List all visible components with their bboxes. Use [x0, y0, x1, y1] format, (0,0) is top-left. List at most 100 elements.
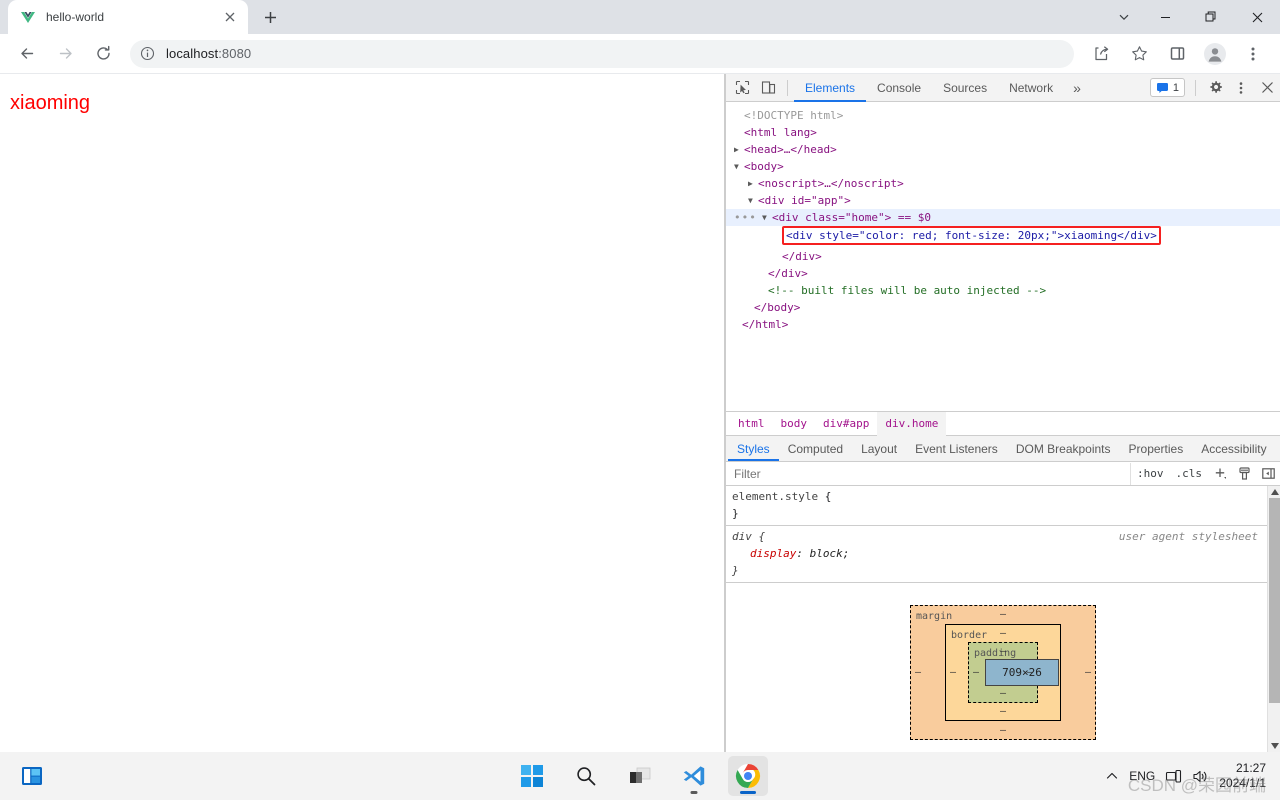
styles-scrollbar[interactable]	[1267, 486, 1280, 752]
border-left-value[interactable]: –	[950, 667, 956, 678]
margin-right-value[interactable]: –	[1085, 667, 1091, 678]
widgets-icon[interactable]	[12, 756, 52, 796]
box-model-padding[interactable]: padding – – – – 709×26	[968, 642, 1059, 703]
box-model-border[interactable]: border – – – – padding – – –	[945, 624, 1061, 721]
new-tab-button[interactable]	[256, 3, 284, 31]
more-tabs-icon[interactable]: »	[1064, 74, 1090, 102]
dom-line[interactable]: ▶ <noscript>…</noscript>	[726, 175, 1280, 192]
scroll-up-arrow-icon[interactable]	[1268, 486, 1280, 498]
close-icon[interactable]	[220, 7, 240, 27]
tab-sources[interactable]: Sources	[932, 74, 998, 102]
declaration-property[interactable]: display	[750, 547, 796, 560]
padding-top-value[interactable]: –	[1000, 647, 1006, 657]
start-button[interactable]	[512, 756, 552, 796]
devtools-close-icon[interactable]	[1254, 76, 1280, 100]
padding-right-value[interactable]: –	[1027, 667, 1033, 678]
dom-tree[interactable]: <!DOCTYPE html> <html lang> ▶ <head>…</he…	[726, 102, 1280, 412]
box-model-content-size[interactable]: 709×26	[985, 659, 1059, 686]
dom-line[interactable]: ▼ <div id="app">	[726, 192, 1280, 209]
minimize-button[interactable]	[1142, 0, 1188, 34]
tab-event-listeners[interactable]: Event Listeners	[906, 436, 1007, 461]
inspect-element-icon[interactable]	[729, 76, 755, 100]
scrollbar-thumb[interactable]	[1269, 498, 1280, 703]
rule-selector[interactable]: element.style	[732, 490, 818, 503]
breadcrumb-item-div-home[interactable]: div.home	[877, 411, 947, 436]
padding-bottom-value[interactable]: –	[1000, 689, 1006, 699]
reload-icon[interactable]	[89, 40, 117, 68]
dom-line[interactable]: </body>	[726, 299, 1280, 316]
devtools-more-icon[interactable]	[1228, 76, 1254, 100]
breadcrumb-item-html[interactable]: html	[730, 412, 773, 436]
dom-line[interactable]: </div>	[726, 248, 1280, 265]
computed-sidebar-icon[interactable]	[1256, 466, 1280, 481]
dom-line-highlighted[interactable]: <div style="color: red; font-size: 20px;…	[726, 226, 1280, 245]
margin-top-value[interactable]: –	[1000, 610, 1006, 620]
border-bottom-value[interactable]: –	[1000, 707, 1006, 717]
dom-line[interactable]: <!DOCTYPE html>	[726, 107, 1280, 124]
volume-icon[interactable]	[1192, 768, 1209, 785]
chrome-icon[interactable]	[728, 756, 768, 796]
new-style-rule-icon[interactable]	[1208, 466, 1232, 481]
expand-triangle-icon[interactable]: ▼	[748, 192, 758, 209]
search-icon[interactable]	[566, 756, 606, 796]
device-toolbar-icon[interactable]	[755, 76, 781, 100]
site-info-icon[interactable]	[140, 46, 156, 62]
network-icon[interactable]	[1165, 768, 1182, 785]
print-media-icon[interactable]	[1232, 466, 1256, 481]
rule-selector[interactable]: div	[732, 530, 752, 543]
tab-console[interactable]: Console	[866, 74, 932, 102]
expand-triangle-icon[interactable]: ▶	[748, 175, 758, 192]
side-panel-icon[interactable]	[1163, 40, 1191, 68]
close-button[interactable]	[1234, 0, 1280, 34]
profile-avatar-icon[interactable]	[1201, 40, 1229, 68]
tab-elements[interactable]: Elements	[794, 74, 866, 102]
tab-computed[interactable]: Computed	[779, 436, 852, 461]
expand-triangle-icon[interactable]: ▼	[734, 158, 744, 175]
styles-rules-pane[interactable]: element.style { } user agent stylesheet …	[726, 486, 1280, 752]
cls-toggle[interactable]: .cls	[1170, 467, 1209, 480]
bookmark-star-icon[interactable]	[1125, 40, 1153, 68]
node-menu-icon[interactable]: •••	[734, 209, 757, 226]
padding-left-value[interactable]: –	[973, 667, 979, 678]
language-indicator[interactable]: ENG	[1129, 769, 1155, 783]
expand-triangle-icon[interactable]: ▼	[762, 209, 772, 226]
breadcrumb-item-div-app[interactable]: div#app	[815, 412, 877, 436]
declaration-value[interactable]: block	[810, 547, 843, 560]
scroll-down-arrow-icon[interactable]	[1268, 740, 1280, 752]
dom-line[interactable]: </html>	[726, 316, 1280, 333]
tab-properties[interactable]: Properties	[1120, 436, 1193, 461]
task-view-icon[interactable]	[620, 756, 660, 796]
back-icon[interactable]	[13, 40, 41, 68]
address-bar[interactable]: localhost:8080	[130, 39, 1074, 68]
dom-line[interactable]: <html lang>	[726, 124, 1280, 141]
browser-tab[interactable]: hello-world	[8, 0, 248, 34]
tab-styles[interactable]: Styles	[728, 436, 779, 461]
style-declaration[interactable]: display: block;	[732, 545, 1272, 562]
restore-button[interactable]	[1188, 0, 1234, 34]
show-hidden-icons-chevron[interactable]	[1105, 769, 1119, 783]
tab-network[interactable]: Network	[998, 74, 1064, 102]
dom-line[interactable]: </div>	[726, 265, 1280, 282]
margin-bottom-value[interactable]: –	[1000, 726, 1006, 736]
chrome-menu-icon[interactable]	[1239, 40, 1267, 68]
gear-icon[interactable]	[1202, 76, 1228, 100]
tab-accessibility[interactable]: Accessibility	[1192, 436, 1275, 461]
border-top-value[interactable]: –	[1000, 629, 1006, 639]
tab-search-chevron-icon[interactable]	[1110, 3, 1138, 31]
dom-line[interactable]: ▼ <body>	[726, 158, 1280, 175]
dom-line-selected[interactable]: ••• ▼ <div class="home"> == $0	[726, 209, 1280, 226]
style-rule-div[interactable]: user agent stylesheet div { display: blo…	[726, 526, 1280, 583]
hov-toggle[interactable]: :hov	[1131, 467, 1170, 480]
filter-input[interactable]: Filter	[726, 462, 1131, 485]
clock[interactable]: 21:27 2024/1/1	[1219, 761, 1272, 791]
share-icon[interactable]	[1087, 40, 1115, 68]
dom-line[interactable]: ▶ <head>…</head>	[726, 141, 1280, 158]
dom-line[interactable]: <!-- built files will be auto injected -…	[726, 282, 1280, 299]
style-rule-element-style[interactable]: element.style { }	[726, 486, 1280, 526]
expand-triangle-icon[interactable]: ▶	[734, 141, 744, 158]
issues-badge[interactable]: 1	[1149, 78, 1185, 97]
tab-dom-breakpoints[interactable]: DOM Breakpoints	[1007, 436, 1120, 461]
tab-layout[interactable]: Layout	[852, 436, 906, 461]
box-model-margin[interactable]: margin – – – – border – – – –	[910, 605, 1096, 740]
forward-icon[interactable]	[51, 40, 79, 68]
